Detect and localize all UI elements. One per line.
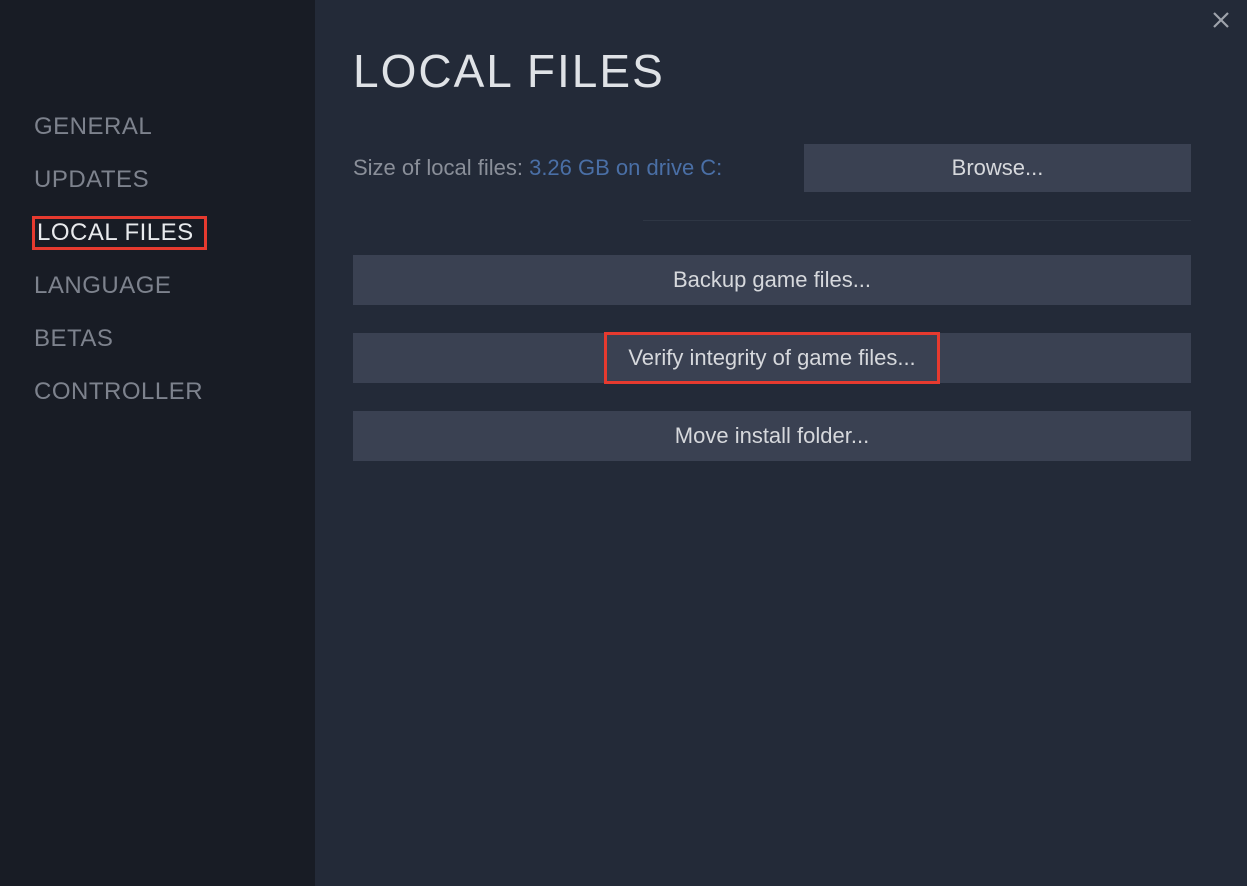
properties-dialog: GENERAL UPDATES LOCAL FILES LANGUAGE BET… (0, 0, 1247, 886)
size-value-link[interactable]: 3.26 GB on drive C: (529, 155, 722, 180)
sidebar-nav: GENERAL UPDATES LOCAL FILES LANGUAGE BET… (0, 0, 315, 886)
browse-button[interactable]: Browse... (804, 144, 1191, 192)
sidebar-item-betas[interactable]: BETAS (32, 322, 119, 356)
backup-game-files-button[interactable]: Backup game files... (353, 255, 1191, 305)
verify-integrity-button[interactable]: Verify integrity of game files... (353, 333, 1191, 383)
verify-integrity-label: Verify integrity of game files... (628, 345, 915, 371)
sidebar-item-general[interactable]: GENERAL (32, 110, 158, 144)
close-icon (1212, 11, 1230, 29)
move-install-folder-button[interactable]: Move install folder... (353, 411, 1191, 461)
page-title: LOCAL FILES (353, 44, 1191, 98)
sidebar-item-updates[interactable]: UPDATES (32, 163, 155, 197)
size-row: Size of local files: 3.26 GB on drive C:… (353, 144, 1191, 192)
close-button[interactable] (1207, 6, 1235, 34)
sidebar-item-local-files[interactable]: LOCAL FILES (32, 216, 207, 250)
sidebar-item-language[interactable]: LANGUAGE (32, 269, 177, 303)
background-gradient (315, 506, 1247, 886)
sidebar-item-controller[interactable]: CONTROLLER (32, 375, 209, 409)
size-of-files-text: Size of local files: 3.26 GB on drive C: (353, 155, 722, 181)
size-label: Size of local files: (353, 155, 529, 180)
main-panel: LOCAL FILES Size of local files: 3.26 GB… (315, 0, 1247, 886)
divider (643, 220, 1191, 221)
